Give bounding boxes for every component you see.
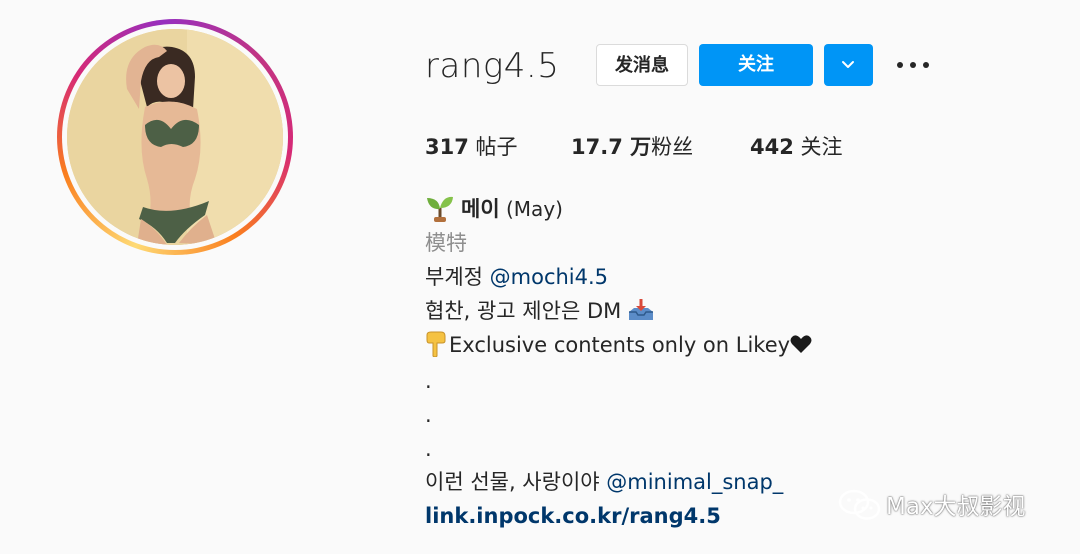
bio-line2-text: 협찬, 광고 제안은 DM: [425, 299, 622, 323]
profile-username: rang4.5: [425, 46, 560, 86]
following-count: 442: [750, 135, 794, 159]
more-horizontal-icon[interactable]: [895, 52, 931, 78]
bio-dot: .: [425, 437, 432, 461]
bio-full-name: 메이 (May): [425, 194, 563, 224]
bio-line1-text: 부계정: [425, 265, 490, 289]
follow-button[interactable]: 关注: [699, 44, 813, 86]
bio-external-link[interactable]: link.inpock.co.kr/rang4.5: [425, 501, 721, 531]
followers-stat[interactable]: 17.7 万粉丝: [571, 132, 693, 162]
bio-line3-text: Exclusive contents only on Likey: [449, 333, 791, 357]
profile-photo: [67, 29, 283, 245]
bio-dot: .: [425, 369, 432, 393]
followers-count: 17.7 万: [571, 135, 652, 159]
bio-name-text: 메이: [461, 197, 500, 221]
pointing-down-icon: [426, 331, 446, 357]
avatar-story-ring[interactable]: [57, 19, 293, 255]
bio-dot: .: [425, 403, 432, 427]
watermark-text: Max大叔影视: [886, 494, 1026, 520]
posts-label: 帖子: [468, 135, 518, 159]
following-label: 关注: [793, 135, 843, 159]
watermark: Max大叔影视: [838, 488, 1026, 524]
mention-link-mochi[interactable]: @mochi4.5: [490, 265, 608, 289]
mention-link-minimal-snap[interactable]: @minimal_snap_: [606, 470, 783, 494]
avatar[interactable]: [67, 29, 283, 245]
following-stat[interactable]: 442 关注: [750, 132, 843, 162]
message-button[interactable]: 发消息: [596, 44, 688, 86]
posts-stat: 317 帖子: [425, 132, 518, 162]
followers-label: 粉丝: [651, 135, 694, 159]
bio-category: 模特: [425, 231, 467, 255]
seedling-icon: [427, 196, 453, 222]
suggested-dropdown-button[interactable]: [824, 44, 873, 86]
bio-name-paren: (May): [499, 197, 563, 221]
bio-line7-text: 이런 선물, 사랑이야: [425, 470, 607, 494]
more-dot: [897, 62, 903, 68]
wechat-icon: [838, 489, 881, 520]
black-heart-icon: [790, 335, 812, 353]
inbox-tray-icon: [629, 299, 654, 320]
bio-line-exclusive: Exclusive contents only on Likey: [425, 330, 812, 360]
bio-line-secondary-account: 부계정 @mochi4.5: [425, 262, 608, 292]
bio-line-gift: 이런 선물, 사랑이야 @minimal_snap_: [425, 467, 783, 497]
more-dot: [910, 62, 916, 68]
chevron-down-icon: [842, 61, 854, 68]
posts-count: 317: [425, 135, 469, 159]
bio-line-sponsorship: 협찬, 광고 제안은 DM: [425, 296, 655, 326]
more-dot: [923, 62, 929, 68]
